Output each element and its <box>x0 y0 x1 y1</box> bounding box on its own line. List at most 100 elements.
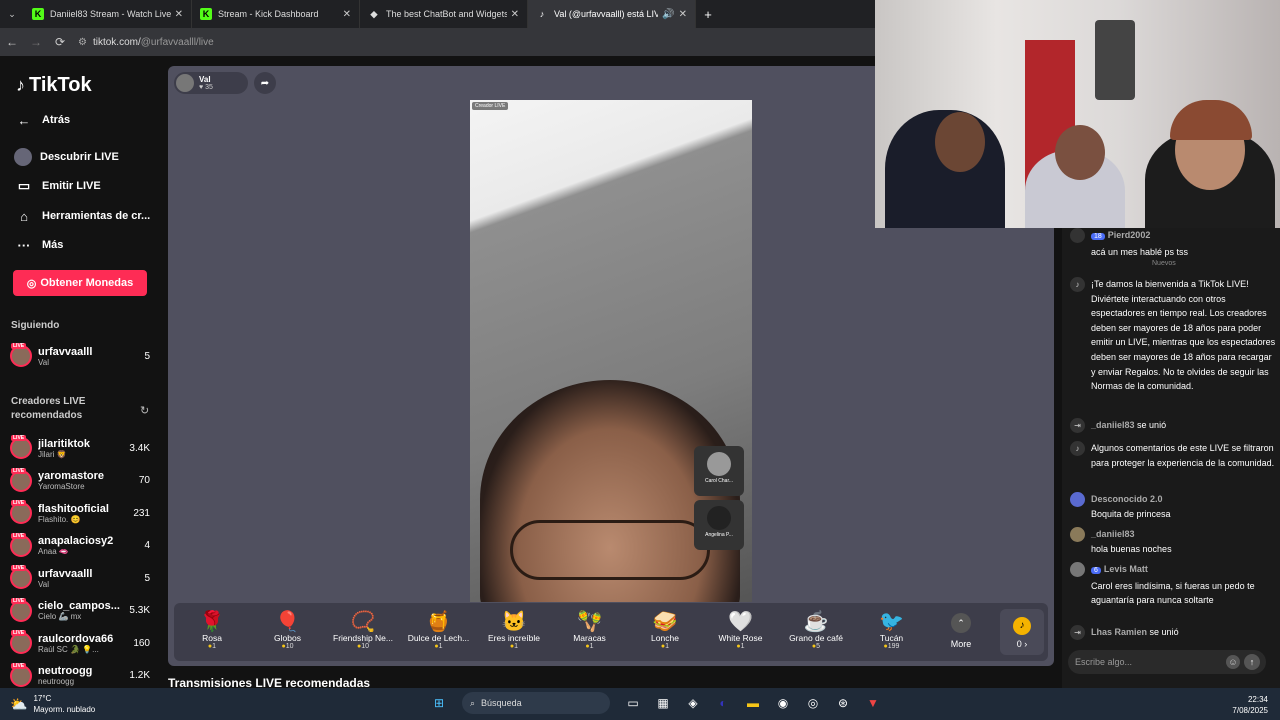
close-tab-icon[interactable]: ✕ <box>511 9 519 20</box>
coin-balance[interactable]: ♪ 0 › <box>1000 609 1044 655</box>
guest-avatar <box>707 506 731 530</box>
recommended-account[interactable]: LIVE jilaritiktok Jilari 🦁 3.4K <box>10 434 150 462</box>
viewer-count: 70 <box>138 475 150 486</box>
viewer-count: 3.4K <box>129 442 150 454</box>
discord-icon[interactable]: ◉ <box>772 692 794 714</box>
browser-tab-2[interactable]: ◆ The best ChatBot and Widgets ✕ <box>360 0 528 28</box>
tiktok-logo[interactable]: ♪ TikTok <box>16 74 92 97</box>
guest-2[interactable]: Angelina P... <box>694 500 744 550</box>
live-badge: LIVE <box>11 467 27 474</box>
host-info[interactable]: Val ♥ 35 <box>174 72 248 94</box>
windows-start-icon[interactable]: ⊞ <box>428 692 450 714</box>
more-gifts-button[interactable]: ⌃ More <box>944 613 978 649</box>
get-coins-button[interactable]: ◎ Obtener Monedas <box>13 270 147 296</box>
nav-creator-tools[interactable]: ⌂ Herramientas de cr... <box>14 208 150 224</box>
back-icon[interactable]: ← <box>0 35 24 49</box>
taskbar-search[interactable]: ⌕ Búsqueda <box>462 692 610 714</box>
face-middle <box>1055 125 1105 180</box>
recommended-account[interactable]: LIVE anapalaciosy2 Anaa 🫦 4 <box>10 532 150 560</box>
gift-item[interactable]: 🍯 Dulce de Lech... ●1 <box>403 609 475 650</box>
close-tab-icon[interactable]: ✕ <box>679 9 687 20</box>
nav-discover-live[interactable]: ● Descubrir LIVE <box>14 148 119 166</box>
close-tab-icon[interactable]: ✕ <box>343 9 351 20</box>
chat-input[interactable]: Escribe algo... ☺ ↑ <box>1068 650 1266 674</box>
weather-widget[interactable]: ⛅ 17°C Mayorm. nublado <box>10 693 95 715</box>
clock[interactable]: 22:34 7/08/2025 <box>1232 694 1268 716</box>
chat-text: Boquita de princesa <box>1091 508 1171 519</box>
gift-item[interactable]: 🎈 Globos ●10 <box>252 609 324 650</box>
recommended-account[interactable]: LIVE urfavvaalll Val 5 <box>10 564 150 592</box>
gift-item[interactable]: 🪇 Maracas ●1 <box>554 609 626 650</box>
nav-go-live[interactable]: ▭ Emitir LIVE <box>14 178 101 194</box>
recommended-account[interactable]: LIVE raulcordova66 Raúl SC 🐊 💡... 160 <box>10 629 150 657</box>
tiktok-icon: ♪ <box>1070 441 1085 456</box>
brave-icon[interactable]: ▼ <box>862 692 884 714</box>
folder-icon[interactable]: ▬ <box>742 692 764 714</box>
recommended-account[interactable]: LIVE yaromastore YaromaStore 70 <box>10 467 150 495</box>
recommended-account[interactable]: LIVE cielo_campos... Cielo 🦾 mx 5.3K <box>10 597 150 625</box>
chrome-icon[interactable]: ◎ <box>802 692 824 714</box>
chat-user[interactable]: Pierd2002 <box>1108 230 1151 240</box>
account-sub: Val <box>38 579 49 589</box>
speaker-icon[interactable]: 🔊 <box>662 9 674 20</box>
gift-price: ●1 <box>176 643 248 650</box>
viewer-count: 160 <box>133 637 150 649</box>
account-sub: neutroogg <box>38 677 75 686</box>
chat-user[interactable]: Lhas Ramien <box>1091 627 1147 637</box>
recommended-account[interactable]: LIVE flashitooficial Flashito. 😊 231 <box>10 499 150 527</box>
tab-search-icon[interactable]: ⌄ <box>0 9 24 20</box>
chat-user[interactable]: _daniiel83 <box>1091 420 1135 430</box>
arrow-left-icon: ← <box>17 112 31 128</box>
neon-sign <box>1095 20 1135 100</box>
chat-placeholder: Escribe algo... <box>1075 657 1133 667</box>
browser-tab-1[interactable]: K Stream - Kick Dashboard ✕ <box>192 0 360 28</box>
obs-icon[interactable]: ⊛ <box>832 692 854 714</box>
recommended-account[interactable]: LIVE neutroogg neutroogg 1.2K <box>10 662 150 690</box>
nav-more[interactable]: ··· Más <box>14 237 64 253</box>
copilot-icon[interactable]: ◈ <box>682 692 704 714</box>
account-name: urfavvaalll <box>38 567 93 580</box>
refresh-icon[interactable]: ↻ <box>140 404 149 417</box>
back-button[interactable]: ← Atrás <box>14 112 71 128</box>
gift-item[interactable]: 🥪 Lonche ●1 <box>629 609 701 650</box>
send-icon[interactable]: ↑ <box>1244 654 1260 670</box>
task-view-icon[interactable]: ▭ <box>622 692 644 714</box>
account-sub: Cielo 🦾 mx <box>38 612 82 621</box>
emoji-icon[interactable]: ☺ <box>1226 655 1240 669</box>
gift-icon: ☕ <box>803 611 829 633</box>
live-badge: LIVE <box>11 565 27 571</box>
gift-item[interactable]: 🐱 Eres increíble ●1 <box>478 609 550 650</box>
search-label: Búsqueda <box>481 698 522 708</box>
browser-tab-0[interactable]: K Daniiel83 Stream - Watch Live ✕ <box>24 0 192 28</box>
new-tab-button[interactable]: + <box>696 7 720 22</box>
share-button[interactable]: ➦ <box>254 72 276 94</box>
gift-item[interactable]: 🌹 Rosa ●1 <box>176 609 248 650</box>
guest-1[interactable]: Carol Char... <box>694 446 744 496</box>
close-tab-icon[interactable]: ✕ <box>175 9 183 20</box>
edge-icon[interactable]: ◐ <box>712 692 734 714</box>
chatbot-icon: ◆ <box>370 8 378 19</box>
gift-item[interactable]: ☕ Grano de café ●5 <box>780 609 852 650</box>
browser-tab-3[interactable]: ♪ Val (@urfavvaalll) está LIVE 🔊 ✕ <box>528 0 696 28</box>
gift-item[interactable]: 📿 Friendship Ne... ●10 <box>327 609 399 650</box>
search-icon: ⌕ <box>470 697 476 708</box>
chat-join: ⇥ Lhas Ramien se unió <box>1070 625 1276 640</box>
gift-icon: 🐱 <box>501 611 527 633</box>
gift-price: ●1 <box>403 643 475 650</box>
gift-icon: 🐦 <box>879 611 904 633</box>
site-info-icon[interactable]: ⚙ <box>78 37 87 48</box>
chat-user[interactable]: _daniiel83 <box>1091 527 1172 542</box>
reload-icon[interactable]: ⟳ <box>48 35 72 49</box>
gift-item[interactable]: 🤍 White Rose ●1 <box>705 609 777 650</box>
url-field[interactable]: ⚙ tiktok.com/@urfavvaalll/live <box>78 32 880 52</box>
chat-user[interactable]: Levis Matt <box>1104 564 1148 574</box>
live-video[interactable]: Creador LIVE Carol Char... Angelina P... <box>470 100 752 602</box>
gift-name: Friendship Ne... <box>333 633 393 643</box>
forward-icon[interactable]: → <box>24 35 48 49</box>
following-account[interactable]: LIVE urfavvaalll Val 5 <box>10 342 150 370</box>
chat-user[interactable]: Desconocido 2.0 <box>1091 492 1171 507</box>
more-dots-icon: ··· <box>17 237 31 253</box>
store-icon[interactable]: ▦ <box>652 692 674 714</box>
creator-badge: Creador LIVE <box>472 102 509 110</box>
gift-item[interactable]: 🐦 Tucán ●199 <box>856 609 928 650</box>
